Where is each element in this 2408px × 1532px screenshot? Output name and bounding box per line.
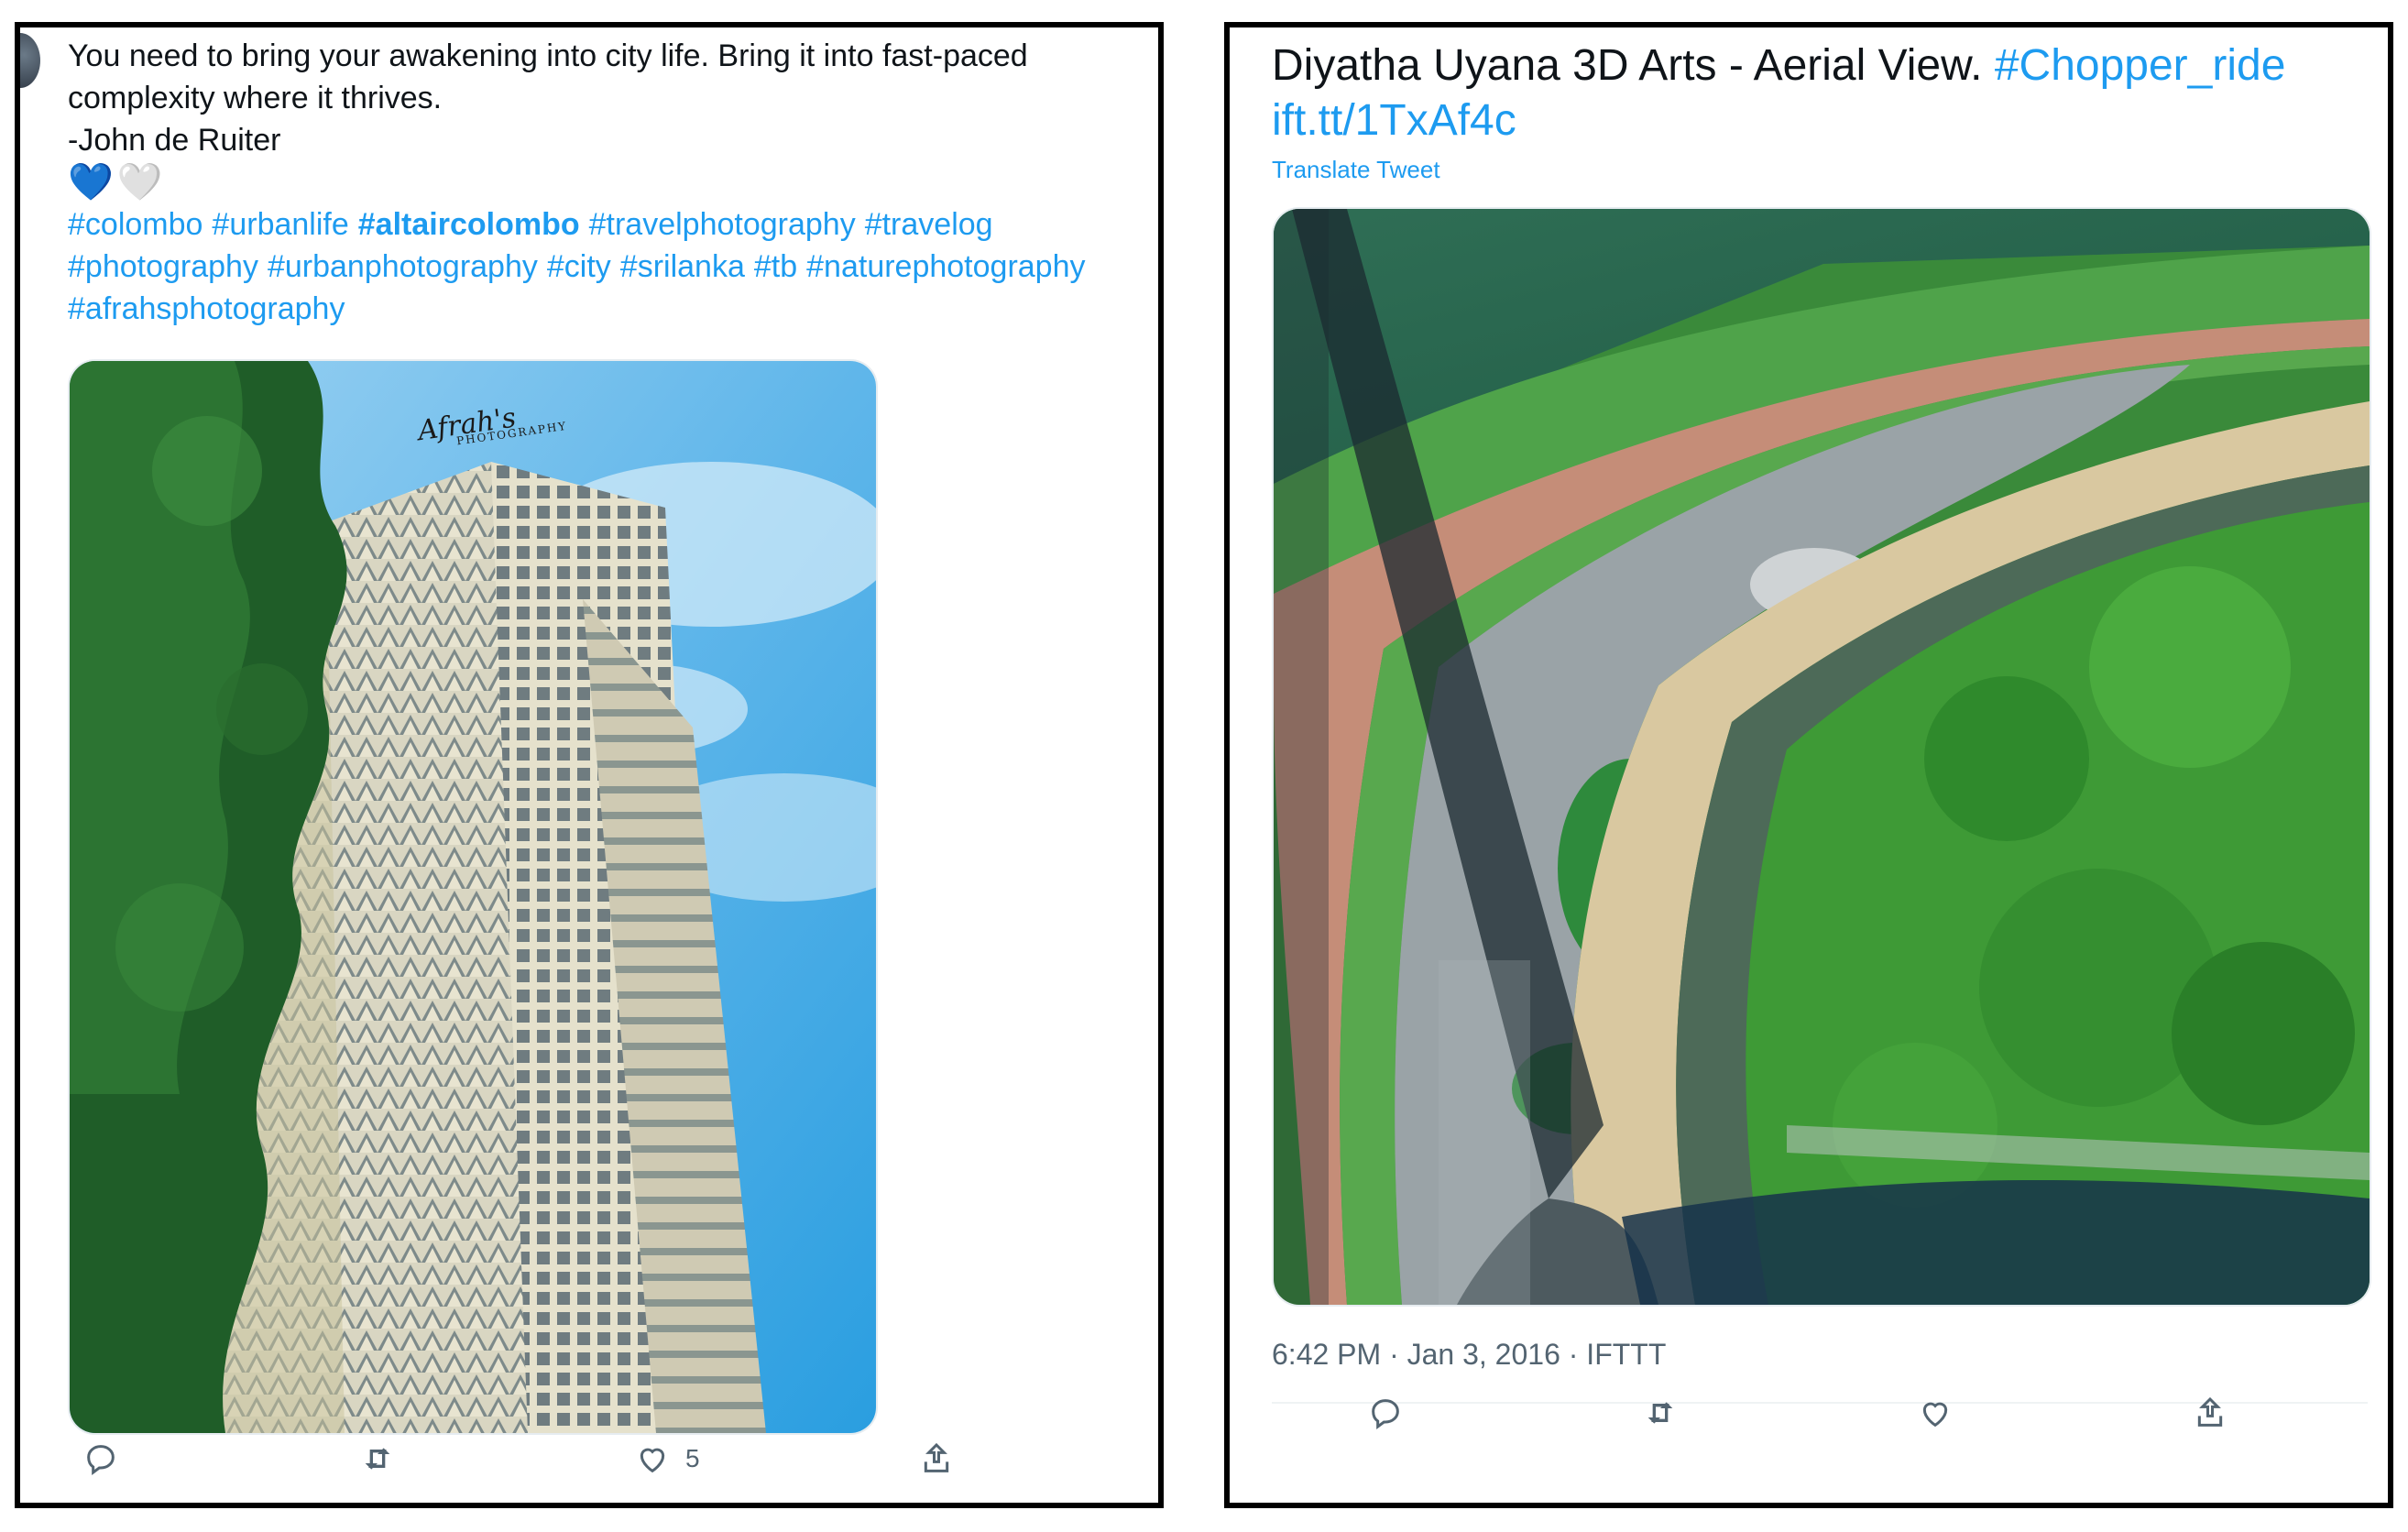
like-button[interactable]	[1917, 1395, 1954, 1431]
hashtag-line: #colombo #urbanlife #altaircolombo #travelp…	[68, 203, 1149, 246]
retweet-button[interactable]	[1642, 1395, 1679, 1431]
hashtag-link[interactable]: #travelog	[865, 207, 993, 242]
like-icon	[1922, 1402, 1948, 1428]
hashtag-line: #afrahsphotography	[68, 288, 1149, 330]
hashtag-link[interactable]: #srilanka	[620, 249, 745, 284]
share-button[interactable]	[918, 1440, 955, 1477]
left-tweet-panel: You need to bring your awakening into ci…	[15, 22, 1164, 1508]
aerial-photo-image	[1274, 209, 2370, 1305]
tweet-photo-building[interactable]: Afrah's PHOTOGRAPHY	[68, 359, 878, 1435]
tweet-text-line: -John de Ruiter	[68, 123, 281, 158]
reply-icon	[1372, 1399, 1399, 1429]
tweet-text: Diyatha Uyana 3D Arts - Aerial View. #Ch…	[1272, 38, 2371, 148]
retweet-button[interactable]	[359, 1440, 396, 1477]
translate-tweet-link[interactable]: Translate Tweet	[1272, 156, 1440, 184]
retweet-icon	[365, 1448, 390, 1470]
tweet-timestamp[interactable]: 6:42 PM · Jan 3, 2016 · IFTTT	[1272, 1338, 1666, 1372]
hashtag-link[interactable]: #photography	[68, 249, 258, 284]
hashtag-link[interactable]: #afrahsphotography	[68, 291, 345, 326]
share-button[interactable]	[2192, 1395, 2228, 1431]
avatar[interactable]	[20, 33, 40, 88]
hashtag-link[interactable]: #colombo	[68, 207, 202, 242]
tweet-text-line: You need to bring your awakening into ci…	[68, 38, 1028, 73]
hashtag-list: #colombo #urbanlife #altaircolombo #travelp…	[68, 203, 1149, 330]
reply-button[interactable]	[1367, 1395, 1404, 1431]
right-tweet-panel: Diyatha Uyana 3D Arts - Aerial View. #Ch…	[1224, 22, 2393, 1508]
retweet-icon	[1647, 1402, 1673, 1424]
white-heart-emoji: 🤍	[116, 162, 163, 202]
tweet-title-line: Diyatha Uyana 3D Arts - Aerial View. #Ch…	[1272, 38, 2371, 93]
like-button[interactable]: 5	[634, 1440, 700, 1477]
tweet-text: You need to bring your awakening into ci…	[68, 35, 1149, 330]
like-icon	[640, 1448, 665, 1473]
hashtag-link[interactable]: #travelphotography	[589, 207, 856, 242]
reply-icon	[87, 1445, 115, 1475]
tweet-title: Diyatha Uyana 3D Arts - Aerial View.	[1272, 41, 1983, 90]
short-link[interactable]: ift.tt/1TxAf4c	[1272, 93, 2371, 148]
share-icon	[924, 1442, 949, 1472]
hashtag-line: #photography #urbanphotography #city #srila…	[68, 246, 1149, 288]
building-photo-image	[70, 361, 876, 1433]
like-count: 5	[685, 1444, 700, 1472]
blue-heart-emoji: 💙	[68, 162, 114, 202]
tweet-photo-aerial[interactable]	[1272, 207, 2371, 1307]
hashtag-link[interactable]: #altaircolombo	[358, 207, 580, 242]
tweet-text-line: complexity where it thrives.	[68, 81, 443, 115]
hashtag-link[interactable]: #city	[547, 249, 611, 284]
reply-button[interactable]	[82, 1440, 119, 1477]
hashtag-link[interactable]: #tb	[754, 249, 797, 284]
hashtag-link[interactable]: #urbanlife	[212, 207, 348, 242]
heart-emojis: 💙 🤍	[68, 161, 1149, 203]
hashtag-link[interactable]: #urbanphotography	[268, 249, 538, 284]
hashtag-link[interactable]: #Chopper_ride	[1995, 41, 2286, 90]
hashtag-link[interactable]: #naturephotography	[806, 249, 1085, 284]
share-icon	[2197, 1396, 2223, 1427]
